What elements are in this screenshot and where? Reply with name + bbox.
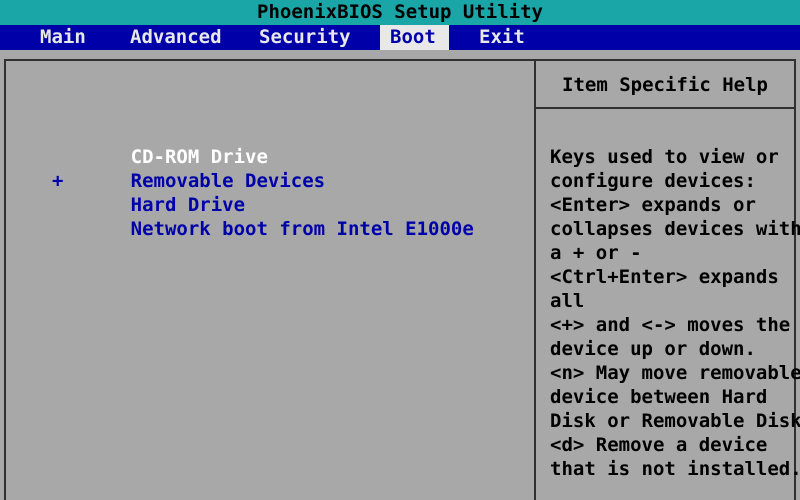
tab-main[interactable]: Main — [30, 25, 96, 50]
help-line: a + or - — [550, 242, 642, 264]
boot-item-label: Network boot from Intel E1000e — [130, 218, 474, 240]
tab-boot[interactable]: Boot — [380, 25, 449, 50]
help-line: Keys used to view or — [550, 146, 779, 168]
help-line: device up or down. — [550, 338, 756, 360]
app-title: PhoenixBIOS Setup Utility — [257, 1, 543, 23]
help-line: configure devices: — [550, 170, 756, 192]
menu-bar: Main Advanced Security Boot Exit — [0, 25, 800, 50]
tab-exit[interactable]: Exit — [469, 25, 535, 50]
help-line: <+> and <-> moves the — [550, 314, 791, 336]
help-line: <d> Remove a device — [550, 434, 768, 456]
help-text: Keys used to view or configure devices: … — [550, 145, 800, 481]
help-divider — [536, 107, 794, 109]
tab-advanced[interactable]: Advanced — [120, 25, 232, 50]
help-line: that is not installed. — [550, 458, 800, 480]
help-line: <Enter> expands or — [550, 194, 756, 216]
help-line: Disk or Removable Disk — [550, 410, 800, 432]
help-line: collapses devices with — [550, 218, 800, 240]
help-panel: Item Specific Help Keys used to view or … — [536, 61, 800, 500]
help-line: <n> May move removable — [550, 362, 800, 384]
help-line: all — [550, 290, 585, 312]
tab-security[interactable]: Security — [249, 25, 361, 50]
boot-order-panel: CD-ROM Drive Removable Devices + Hard Dr… — [6, 61, 534, 500]
bios-title-bar: PhoenixBIOS Setup Utility — [0, 0, 800, 25]
help-title: Item Specific Help — [562, 74, 768, 96]
help-line: device between Hard — [550, 386, 768, 408]
content-frame: CD-ROM Drive Removable Devices + Hard Dr… — [4, 59, 800, 500]
boot-item-network[interactable]: Network boot from Intel E1000e — [62, 169, 474, 265]
help-line: <Ctrl+Enter> expands — [550, 266, 779, 288]
